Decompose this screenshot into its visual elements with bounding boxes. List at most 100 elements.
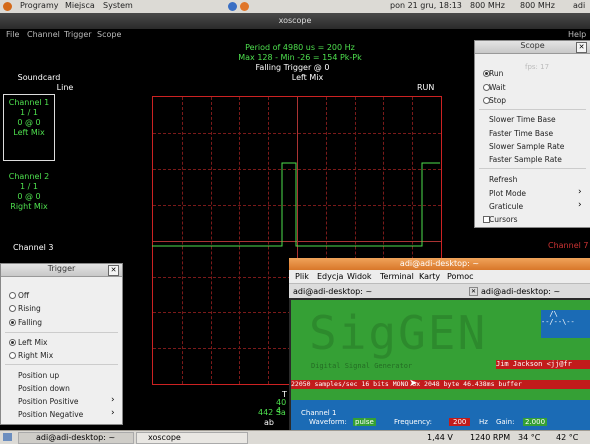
panel-clock[interactable]: pon 21 gru, 18:13 xyxy=(390,1,462,10)
siggen-area[interactable]: SigGEN /\ --/--\-- Digital Signal Generat… xyxy=(291,300,590,430)
trigger-menu: Trigger ✕ Off Rising Falling Left Mix Ri… xyxy=(0,263,123,425)
scope-menu-title[interactable]: Scope xyxy=(475,41,590,54)
menu-pomoc[interactable]: Pomoc xyxy=(447,272,474,281)
refresh-item[interactable]: Refresh xyxy=(489,175,517,184)
trigger-readout: Falling Trigger @ 0 xyxy=(255,63,330,72)
gain-value[interactable]: 2.000 xyxy=(523,418,548,426)
right-mix-radio[interactable] xyxy=(9,352,16,359)
user-name[interactable]: adi xyxy=(573,1,585,10)
menu-plik[interactable]: Plik xyxy=(295,272,309,281)
cpu-freq-1[interactable]: 800 MHz xyxy=(470,1,505,10)
plot-mode-item[interactable]: Plot Mode xyxy=(489,189,526,198)
menu-karty[interactable]: Karty xyxy=(419,272,440,281)
left-mix-label[interactable]: Left Mix xyxy=(18,338,48,347)
channel-label: Channel 1 xyxy=(301,409,337,417)
falling-label[interactable]: Falling xyxy=(18,318,42,327)
menu-scope[interactable]: Scope xyxy=(97,30,121,39)
channel1-pos: 0 @ 0 xyxy=(17,118,41,127)
close-icon[interactable]: ✕ xyxy=(469,287,478,296)
help-icon[interactable] xyxy=(228,2,237,11)
waveform-label: Waveform: xyxy=(309,418,347,426)
graticule-item[interactable]: Graticule xyxy=(489,202,523,211)
channel1-name: Channel 1 xyxy=(8,98,50,107)
show-desktop-icon[interactable] xyxy=(3,433,12,441)
firefox-icon[interactable] xyxy=(240,2,249,11)
terminal-menubar: Plik Edycja Widok Terminal Karty Pomoc xyxy=(289,270,590,284)
menu-widok[interactable]: Widok xyxy=(347,272,372,281)
frequency-unit: Hz xyxy=(479,418,488,426)
rising-label[interactable]: Rising xyxy=(18,304,41,313)
ubuntu-logo-icon[interactable] xyxy=(3,2,12,11)
cursors-label[interactable]: Cursors xyxy=(489,215,518,224)
channel2-name[interactable]: Channel 2 xyxy=(3,172,55,181)
sample-rate: 442 Sa xyxy=(258,408,286,417)
waveform-value[interactable]: pulse xyxy=(353,418,376,426)
separator xyxy=(479,109,586,110)
position-down-item[interactable]: Position down xyxy=(18,384,70,393)
siggen-status: 22050 samples/sec 16 bits MONO 3x 2048 b… xyxy=(291,380,590,389)
channel2-pos: 0 @ 0 xyxy=(17,192,41,201)
terminal-titlebar[interactable]: adi@adi-desktop: ~ xyxy=(289,258,590,270)
cpu-freq-2[interactable]: 800 MHz xyxy=(520,1,555,10)
menu-edycja[interactable]: Edycja xyxy=(317,272,343,281)
menu-system[interactable]: System xyxy=(103,1,133,10)
menu-channel[interactable]: Channel xyxy=(27,30,60,39)
stop-label[interactable]: Stop xyxy=(489,96,506,105)
minmax-readout: Max 128 - Min -26 = 154 Pk-Pk xyxy=(238,53,362,62)
siggen-art-box: /\ --/--\-- xyxy=(541,310,590,338)
menu-miejsca[interactable]: Miejsca xyxy=(65,1,95,10)
position-negative-item[interactable]: Position Negative xyxy=(18,410,83,419)
window-title: xoscope xyxy=(278,16,312,25)
position-positive-item[interactable]: Position Positive xyxy=(18,397,79,406)
right-mix-label[interactable]: Right Mix xyxy=(18,351,53,360)
trigger-menu-title-text: Trigger xyxy=(47,264,76,273)
window-titlebar[interactable]: xoscope xyxy=(0,13,590,29)
menu-help[interactable]: Help xyxy=(568,30,586,39)
bottom-panel: adi@adi-desktop: ~ xoscope 1,44 V 1240 R… xyxy=(0,430,590,444)
faster-samplerate-item[interactable]: Faster Sample Rate xyxy=(489,155,562,164)
temp2-readout[interactable]: 42 °C xyxy=(556,433,578,442)
menu-programy[interactable]: Programy xyxy=(20,1,59,10)
channel2-src: Right Mix xyxy=(10,202,48,211)
terminal-tab-1[interactable]: adi@adi-desktop: ~ xyxy=(293,287,372,296)
wait-label[interactable]: Wait xyxy=(489,83,506,92)
terminal-tab-2[interactable]: adi@adi-desktop: ~ xyxy=(481,287,560,296)
position-up-item[interactable]: Position up xyxy=(18,371,59,380)
frequency-value[interactable]: 200 xyxy=(449,418,471,426)
taskbar-xoscope-label: xoscope xyxy=(148,433,181,442)
fan-rpm-readout[interactable]: 1240 RPM xyxy=(470,433,510,442)
channel1-src: Left Mix xyxy=(13,128,45,137)
gain-label: Gain: xyxy=(496,418,515,426)
run-label[interactable]: Run xyxy=(489,69,503,78)
faster-timebase-item[interactable]: Faster Time Base xyxy=(489,129,553,138)
channel7-name[interactable]: Channel 7 xyxy=(548,241,588,250)
falling-radio[interactable] xyxy=(9,319,16,326)
menu-trigger[interactable]: Trigger xyxy=(64,30,92,39)
channel3-name[interactable]: Channel 3 xyxy=(13,243,53,252)
left-mix-radio[interactable] xyxy=(9,339,16,346)
launcher-icons[interactable] xyxy=(178,2,249,11)
terminal-tabbar: adi@adi-desktop: ~ ✕ adi@adi-desktop: ~ xyxy=(289,284,590,298)
soundcard-line: Line xyxy=(56,83,74,92)
menu-terminal[interactable]: Terminal xyxy=(380,272,414,281)
separator xyxy=(479,168,586,169)
separator xyxy=(5,332,118,333)
siggen-logo: SigGEN xyxy=(309,306,488,360)
off-label[interactable]: Off xyxy=(18,291,29,300)
rising-radio[interactable] xyxy=(9,305,16,312)
slower-samplerate-item[interactable]: Slower Sample Rate xyxy=(489,142,564,151)
menu-file[interactable]: File xyxy=(6,30,19,39)
slower-timebase-item[interactable]: Slower Time Base xyxy=(489,115,556,124)
soundcard-label: Soundcard xyxy=(17,73,61,82)
fps-readout: fps: 17 xyxy=(525,63,550,71)
mouse-cursor-icon: ➤ xyxy=(409,378,418,389)
off-radio[interactable] xyxy=(9,292,16,299)
chevron-right-icon: › xyxy=(111,408,115,418)
trace-line xyxy=(152,162,440,247)
close-icon[interactable]: ✕ xyxy=(108,265,119,276)
mix-readout: Left Mix xyxy=(291,73,324,82)
temp1-readout[interactable]: 34 °C xyxy=(518,433,540,442)
voltage-readout[interactable]: 1,44 V xyxy=(427,433,453,442)
close-icon[interactable]: ✕ xyxy=(576,42,587,53)
trigger-menu-title[interactable]: Trigger xyxy=(1,264,122,277)
